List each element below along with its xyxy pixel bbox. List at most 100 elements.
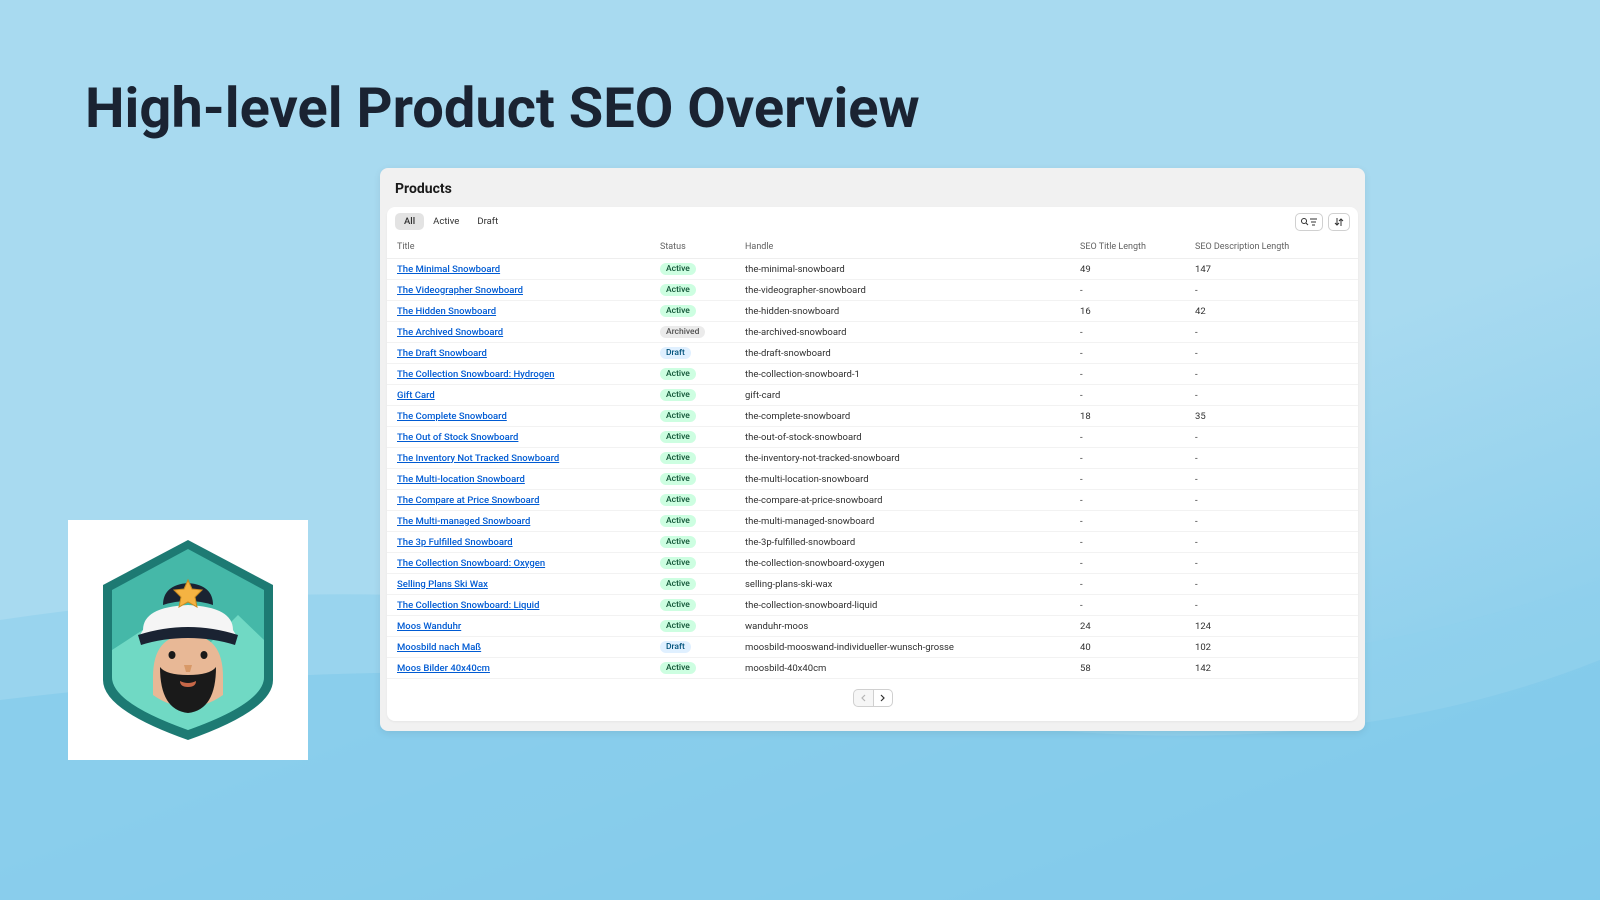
cell-seo-desc-length: - (1187, 511, 1358, 532)
product-title-link[interactable]: The 3p Fulfilled Snowboard (397, 537, 513, 548)
product-title-link[interactable]: The Multi-location Snowboard (397, 474, 525, 485)
table-row[interactable]: The Multi-managed SnowboardActivethe-mul… (387, 511, 1358, 532)
sort-button[interactable] (1328, 213, 1350, 231)
table-row[interactable]: Moos WanduhrActivewanduhr-moos24124 (387, 616, 1358, 637)
page-heading: High-level Product SEO Overview (85, 75, 920, 141)
cell-seo-title-length: - (1072, 364, 1187, 385)
table-row[interactable]: Moosbild nach MaßDraftmoosbild-mooswand-… (387, 637, 1358, 658)
cell-seo-title-length: - (1072, 385, 1187, 406)
product-title-link[interactable]: Moos Bilder 40x40cm (397, 663, 490, 674)
cell-seo-desc-length: - (1187, 280, 1358, 301)
product-title-link[interactable]: The Multi-managed Snowboard (397, 516, 530, 527)
table-row[interactable]: The Out of Stock SnowboardActivethe-out-… (387, 427, 1358, 448)
product-title-link[interactable]: The Videographer Snowboard (397, 285, 523, 296)
product-title-link[interactable]: Moosbild nach Maß (397, 642, 481, 653)
table-row[interactable]: The Collection Snowboard: HydrogenActive… (387, 364, 1358, 385)
product-title-link[interactable]: The Hidden Snowboard (397, 306, 496, 317)
status-badge: Active (660, 599, 696, 611)
products-card: All Active Draft (387, 207, 1358, 721)
product-title-link[interactable]: The Collection Snowboard: Liquid (397, 600, 539, 611)
product-title-link[interactable]: The Out of Stock Snowboard (397, 432, 518, 443)
product-title-link[interactable]: Selling Plans Ski Wax (397, 579, 488, 590)
product-title-link[interactable]: The Draft Snowboard (397, 348, 487, 359)
cell-seo-title-length: - (1072, 322, 1187, 343)
cell-seo-title-length: - (1072, 553, 1187, 574)
status-badge: Active (660, 452, 696, 464)
cell-seo-title-length: - (1072, 280, 1187, 301)
cell-seo-desc-length: - (1187, 448, 1358, 469)
table-row[interactable]: The Archived Snowboard Archived the-archiv… (387, 322, 1358, 343)
status-badge: Active (660, 578, 696, 590)
product-title-link[interactable]: The Collection Snowboard: Hydrogen (397, 369, 555, 380)
status-badge: Active (660, 620, 696, 632)
product-title-link[interactable]: Gift Card (397, 390, 435, 401)
col-handle[interactable]: Handle (737, 236, 1072, 259)
cell-seo-desc-length: - (1187, 322, 1358, 343)
sort-icon (1334, 217, 1344, 227)
col-seo-title-length[interactable]: SEO Title Length (1072, 236, 1187, 259)
product-title-link[interactable]: The Complete Snowboard (397, 411, 507, 422)
col-status[interactable]: Status (652, 236, 737, 259)
product-title-link[interactable]: The Collection Snowboard: Oxygen (397, 558, 545, 569)
cell-seo-desc-length: 42 (1187, 301, 1358, 322)
tab-active[interactable]: Active (424, 213, 468, 230)
status-badge: Active (660, 557, 696, 569)
cell-seo-desc-length: 147 (1187, 259, 1358, 280)
cell-handle: wanduhr-moos (737, 616, 1072, 637)
table-row[interactable]: The Complete SnowboardActivethe-complete… (387, 406, 1358, 427)
cell-handle: the-collection-snowboard-1 (737, 364, 1072, 385)
status-badge: Active (660, 284, 696, 296)
cell-seo-title-length: - (1072, 427, 1187, 448)
tab-all[interactable]: All (395, 213, 424, 230)
cell-handle: the-archived-snowboard (737, 322, 1072, 343)
table-row[interactable]: Selling Plans Ski Wax Active selling-plans… (387, 574, 1358, 595)
search-filter-icon (1300, 217, 1318, 227)
cell-handle: the-collection-snowboard-oxygen (737, 553, 1072, 574)
cell-seo-desc-length: - (1187, 469, 1358, 490)
tab-draft[interactable]: Draft (468, 213, 507, 230)
cell-seo-desc-length: - (1187, 490, 1358, 511)
cell-seo-title-length: - (1072, 574, 1187, 595)
table-row[interactable]: The Compare at Price SnowboardActivethe-… (387, 490, 1358, 511)
search-filter-button[interactable] (1295, 213, 1323, 231)
table-row[interactable]: The Draft SnowboardDraftthe-draft-snowbo… (387, 343, 1358, 364)
product-title-link[interactable]: The Archived Snowboard (397, 327, 503, 338)
table-row[interactable]: The Videographer Snowboard Active the-vide… (387, 280, 1358, 301)
status-badge: Active (660, 662, 696, 674)
table-row[interactable]: The Collection Snowboard: Oxygen Active th… (387, 553, 1358, 574)
col-title[interactable]: Title (387, 236, 652, 259)
next-page-button[interactable] (873, 689, 893, 707)
status-badge: Draft (660, 641, 691, 653)
cell-seo-desc-length: - (1187, 553, 1358, 574)
status-badge: Active (660, 389, 696, 401)
cell-seo-title-length: 24 (1072, 616, 1187, 637)
cell-seo-title-length: 40 (1072, 637, 1187, 658)
status-badge: Active (660, 473, 696, 485)
cell-handle: the-hidden-snowboard (737, 301, 1072, 322)
table-row[interactable]: The 3p Fulfilled SnowboardActivethe-3p-f… (387, 532, 1358, 553)
cell-seo-title-length: 58 (1072, 658, 1187, 679)
status-badge: Active (660, 494, 696, 506)
prev-page-button (853, 689, 873, 707)
cell-handle: the-inventory-not-tracked-snowboard (737, 448, 1072, 469)
product-title-link[interactable]: Moos Wanduhr (397, 621, 461, 632)
table-row[interactable]: The Collection Snowboard: LiquidActiveth… (387, 595, 1358, 616)
product-title-link[interactable]: The Inventory Not Tracked Snowboard (397, 453, 559, 464)
table-row[interactable]: The Minimal SnowboardActivethe-minimal-s… (387, 259, 1358, 280)
cell-seo-title-length: - (1072, 469, 1187, 490)
status-badge: Archived (660, 326, 705, 338)
col-seo-desc-length[interactable]: SEO Description Length (1187, 236, 1358, 259)
products-panel: Products All Active Draft (380, 168, 1365, 731)
cell-handle: selling-plans-ski-wax (737, 574, 1072, 595)
table-row[interactable]: The Hidden SnowboardActivethe-hidden-sno… (387, 301, 1358, 322)
table-row[interactable]: The Inventory Not Tracked Snowboard Activ… (387, 448, 1358, 469)
cell-handle: the-videographer-snowboard (737, 280, 1072, 301)
product-title-link[interactable]: The Minimal Snowboard (397, 264, 500, 275)
table-row[interactable]: Gift CardActivegift-card-- (387, 385, 1358, 406)
table-row[interactable]: Moos Bilder 40x40cmActivemoosbild-40x40c… (387, 658, 1358, 679)
cell-seo-title-length: - (1072, 532, 1187, 553)
cell-seo-desc-length: - (1187, 595, 1358, 616)
product-title-link[interactable]: The Compare at Price Snowboard (397, 495, 539, 506)
table-row[interactable]: The Multi-location SnowboardActivethe-mu… (387, 469, 1358, 490)
chevron-left-icon (860, 694, 866, 702)
